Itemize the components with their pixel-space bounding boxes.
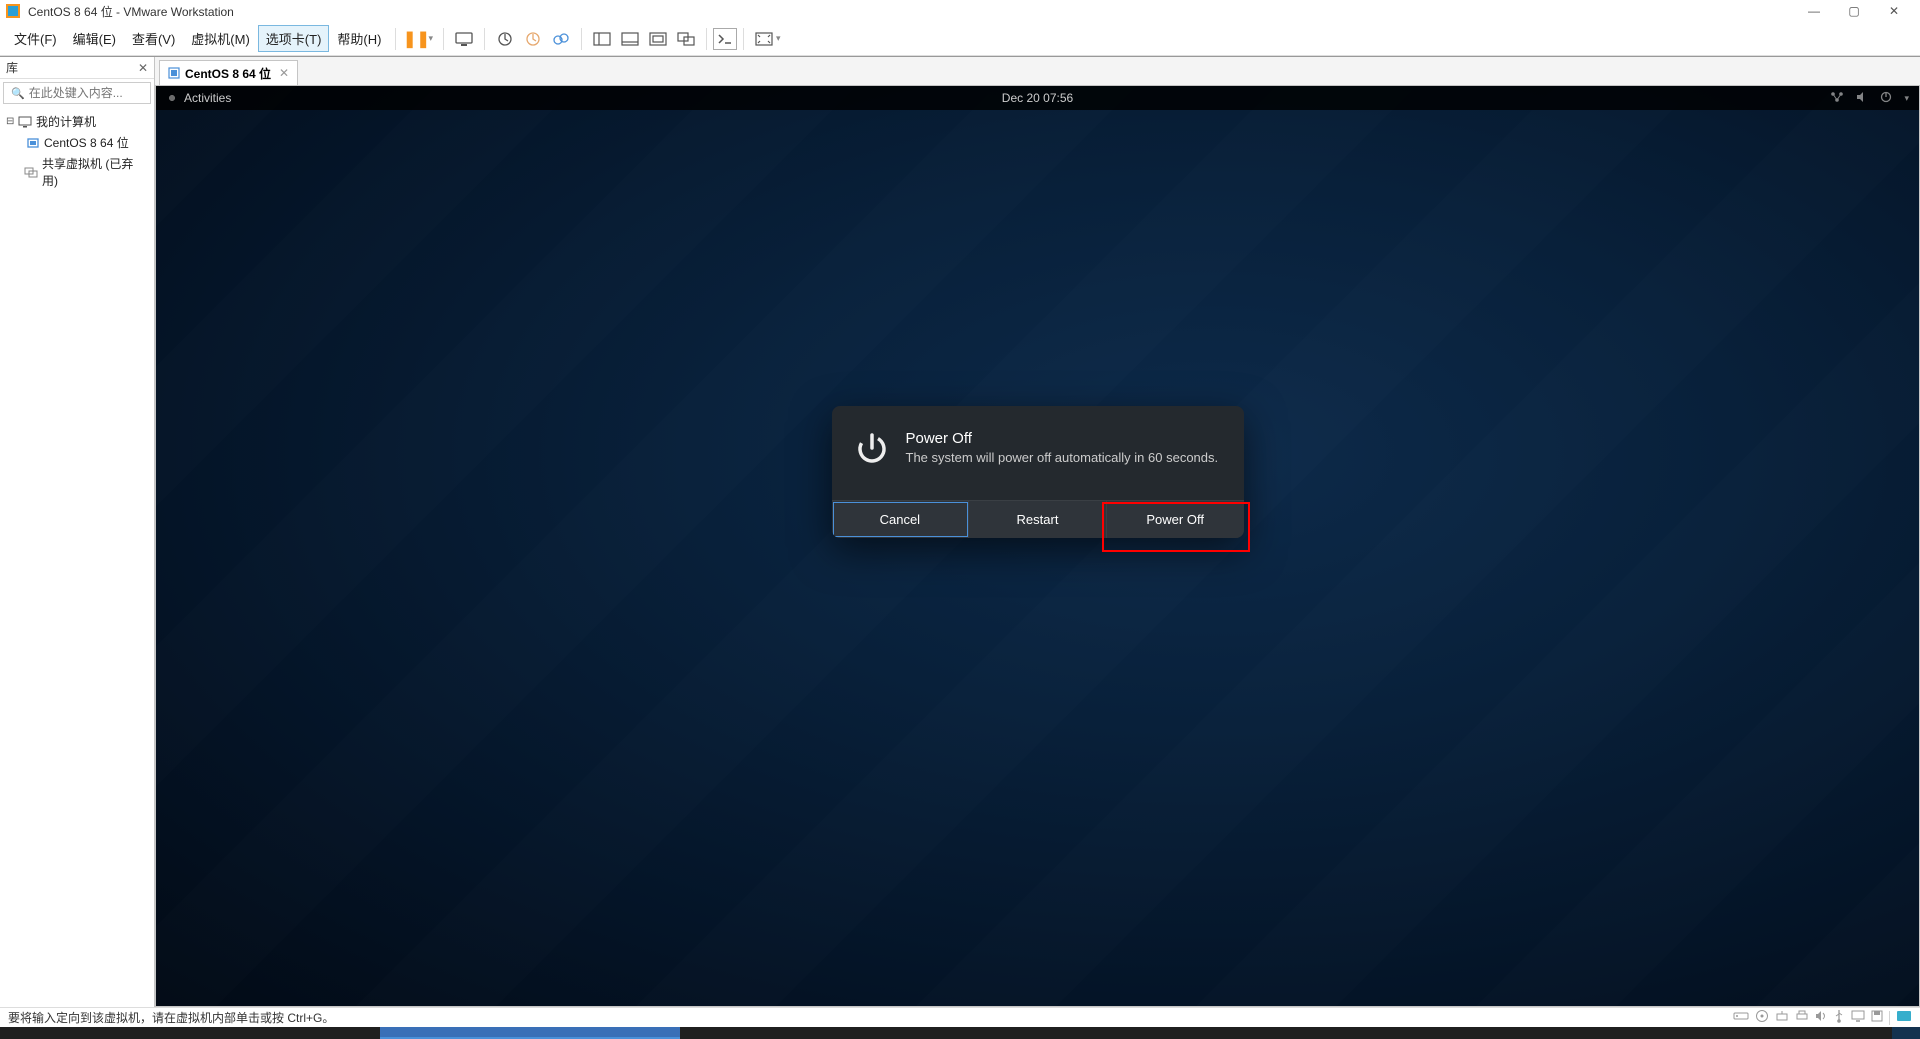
hdd-icon[interactable] [1733,1010,1749,1025]
stretch-dropdown-icon[interactable]: ▾ [776,33,781,44]
expand-icon[interactable]: ⊟ [6,116,16,127]
snapshot-manager-button[interactable] [547,25,575,53]
separator [581,28,582,50]
suspend-button[interactable]: ❚❚ [402,25,430,53]
message-icon[interactable] [1896,1010,1912,1025]
dialog-text: Power Off The system will power off auto… [906,430,1219,466]
vm-canvas[interactable]: Activities Dec 20 07:56 ▾ [155,85,1920,1007]
separator [443,28,444,50]
tree-label: CentOS 8 64 位 [44,134,129,151]
gnome-clock[interactable]: Dec 20 07:56 [1002,91,1073,105]
library-sidebar: 库 ✕ 🔍 ▾ ⊟ 我的计算机 CentOS 8 64 位 [0,57,155,1007]
snapshot-take-button[interactable] [491,25,519,53]
menu-view[interactable]: 查看(V) [124,25,183,52]
vmware-app-icon [6,4,20,18]
network-adapter-icon[interactable] [1775,1010,1789,1025]
snapshot-revert-button[interactable] [519,25,547,53]
status-message: 要将输入定向到该虚拟机，请在虚拟机内部单击或按 Ctrl+G。 [8,1009,1733,1026]
sidebar-close-button[interactable]: ✕ [138,61,148,75]
gnome-top-bar: Activities Dec 20 07:56 ▾ [156,86,1919,110]
menu-edit[interactable]: 编辑(E) [65,25,124,52]
tree-label: 共享虚拟机 (已弃用) [42,155,148,189]
tray-separator [1889,1011,1890,1025]
usb-icon[interactable] [1833,1009,1845,1026]
power-off-dialog: Power Off The system will power off auto… [832,406,1244,538]
activities-button[interactable]: Activities [184,91,231,105]
cancel-button[interactable]: Cancel [832,501,970,538]
volume-icon[interactable] [1856,91,1868,106]
sidebar-header: 库 ✕ [0,57,154,79]
dialog-title: Power Off [906,430,1219,447]
dialog-button-row: Cancel Restart Power Off [832,500,1244,538]
tree-vm-centos[interactable]: CentOS 8 64 位 [2,132,152,153]
separator [484,28,485,50]
maximize-button[interactable]: ▢ [1834,4,1874,18]
menu-help[interactable]: 帮助(H) [329,25,389,52]
computer-icon [18,116,32,128]
menu-file[interactable]: 文件(F) [6,25,65,52]
dialog-message: The system will power off automatically … [906,450,1219,465]
taskbar-right[interactable] [1892,1027,1920,1039]
poweroff-button[interactable]: Power Off [1107,501,1244,538]
separator [395,28,396,50]
floppy-icon[interactable] [1871,1010,1883,1025]
dialog-body: Power Off The system will power off auto… [832,406,1244,500]
network-icon[interactable] [1830,91,1844,106]
gnome-logo-icon [166,92,178,104]
power-icon [854,430,890,466]
restart-button[interactable]: Restart [969,501,1107,538]
window-title: CentOS 8 64 位 - VMware Workstation [28,3,1794,20]
send-ctrl-alt-del-button[interactable] [450,25,478,53]
view-sidebar-button[interactable] [588,25,616,53]
vm-content-area: CentOS 8 64 位 ✕ Activities Dec 20 07:56 [155,57,1920,1007]
vm-tab-icon [168,67,180,79]
view-console-button[interactable] [616,25,644,53]
separator [706,28,707,50]
library-tree: ⊟ 我的计算机 CentOS 8 64 位 共享虚拟机 (已弃用) [0,107,154,195]
sound-icon[interactable] [1815,1010,1827,1025]
windows-taskbar[interactable] [0,1027,1920,1039]
separator [743,28,744,50]
power-icon[interactable] [1880,91,1892,106]
vm-tab-close-icon[interactable]: ✕ [279,66,289,80]
power-dropdown-icon[interactable]: ▾ [428,33,433,44]
printer-icon[interactable] [1795,1010,1809,1025]
tree-label: 我的计算机 [36,113,96,130]
chevron-down-icon[interactable]: ▾ [1904,93,1909,104]
menu-toolbar: 文件(F) 编辑(E) 查看(V) 虚拟机(M) 选项卡(T) 帮助(H) ❚❚… [0,22,1920,56]
cd-icon[interactable] [1755,1009,1769,1026]
status-bar: 要将输入定向到该虚拟机，请在虚拟机内部单击或按 Ctrl+G。 [0,1007,1920,1027]
vm-tabstrip: CentOS 8 64 位 ✕ [155,57,1920,85]
window-titlebar: CentOS 8 64 位 - VMware Workstation — ▢ ✕ [0,0,1920,22]
sidebar-search[interactable]: 🔍 ▾ [3,82,151,104]
tree-shared-vms[interactable]: 共享虚拟机 (已弃用) [2,153,152,191]
vm-tab-centos[interactable]: CentOS 8 64 位 ✕ [159,60,298,85]
view-fullscreen-button[interactable] [644,25,672,53]
menu-vm[interactable]: 虚拟机(M) [183,25,258,52]
vm-device-tray [1733,1009,1912,1026]
shared-icon [24,166,38,178]
gnome-system-tray[interactable]: ▾ [1830,91,1909,106]
vm-icon [26,137,40,149]
close-button[interactable]: ✕ [1874,4,1914,18]
search-icon: 🔍 [11,87,25,100]
display-icon[interactable] [1851,1010,1865,1025]
taskbar-active-app[interactable] [380,1027,680,1039]
view-unity-button[interactable] [672,25,700,53]
stretch-guest-button[interactable] [750,25,778,53]
menu-tabs[interactable]: 选项卡(T) [258,25,330,52]
guest-desktop-background [156,86,1919,1006]
minimize-button[interactable]: — [1794,4,1834,18]
sidebar-title: 库 [6,59,18,76]
vm-tab-label: CentOS 8 64 位 [185,65,271,82]
tree-my-computer[interactable]: ⊟ 我的计算机 [2,111,152,132]
console-button[interactable] [713,28,737,50]
main-area: 库 ✕ 🔍 ▾ ⊟ 我的计算机 CentOS 8 64 位 [0,56,1920,1007]
